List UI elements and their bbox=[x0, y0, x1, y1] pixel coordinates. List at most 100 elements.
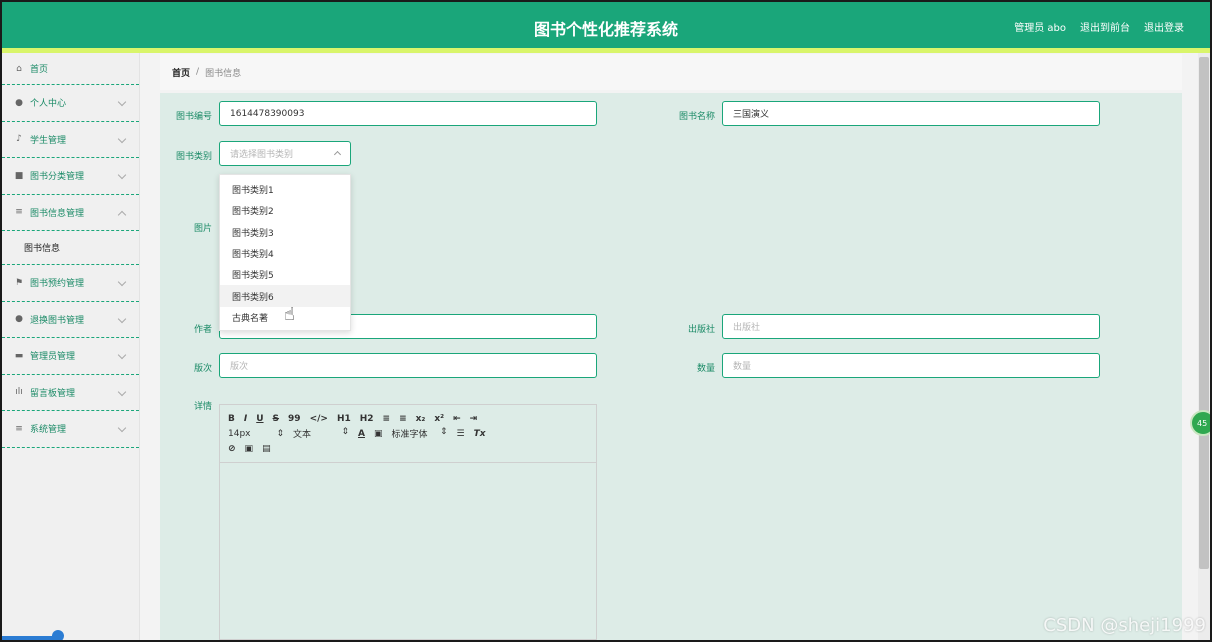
hand-cursor-icon: ☝ bbox=[284, 304, 295, 325]
sidebar-item-label: 留言板管理 bbox=[30, 388, 76, 399]
sidebar-item-students[interactable]: ♪ 学生管理 bbox=[2, 122, 139, 158]
chevron-up-icon bbox=[333, 150, 342, 159]
edition-label: 版次 bbox=[193, 364, 212, 374]
page-scrollbar-thumb[interactable] bbox=[1199, 57, 1209, 569]
floating-badge[interactable]: 45 bbox=[1190, 410, 1210, 436]
category-placeholder: 请选择图书类别 bbox=[230, 150, 294, 160]
clear-format-icon[interactable]: Tx bbox=[474, 429, 486, 439]
toolbar-row-2: 14px ⇕ 文本 ⇕ A ▣ 标准字体 ⇕ ☰ Tx bbox=[228, 426, 588, 441]
indent-button[interactable]: ⇥ bbox=[470, 414, 478, 424]
sidebar-item-home[interactable]: ⌂ 首页 bbox=[2, 53, 139, 85]
select-arrows-icon: ⇕ bbox=[439, 427, 448, 437]
logout-link[interactable]: 退出登录 bbox=[1144, 19, 1184, 34]
font-family-select[interactable]: 标准字体 ⇕ bbox=[391, 427, 447, 440]
subscript-button[interactable]: x₂ bbox=[416, 414, 426, 424]
dropdown-option[interactable]: 图书类别3 bbox=[220, 222, 350, 243]
sidebar-item-label: 管理员管理 bbox=[30, 352, 76, 363]
chevron-down-icon bbox=[117, 350, 127, 360]
sidebar-item-book-categories[interactable]: ■ 图书分类管理 bbox=[2, 158, 139, 195]
sidebar: ⌂ 首页 ● 个人中心 ♪ 学生管理 ■ 图书分类管理 ≡ 图书信息管理 图书信… bbox=[2, 53, 140, 640]
monitor-icon: ▬ bbox=[14, 350, 24, 361]
back-to-front-link[interactable]: 退出到前台 bbox=[1080, 19, 1130, 34]
sidebar-item-label: 首页 bbox=[30, 65, 49, 75]
italic-button[interactable]: I bbox=[244, 414, 247, 424]
quantity-label: 数量 bbox=[696, 364, 715, 374]
sidebar-item-book-info-mgmt[interactable]: ≡ 图书信息管理 bbox=[2, 195, 139, 231]
top-header: 图书个性化推荐系统 管理员 abo 退出到前台 退出登录 bbox=[2, 2, 1210, 48]
bullet-list-button[interactable]: ≡ bbox=[399, 414, 407, 424]
sidebar-item-reservations[interactable]: ⚑ 图书预约管理 bbox=[2, 265, 139, 302]
home-icon: ⌂ bbox=[16, 63, 22, 74]
font-size-select[interactable]: 14px ⇕ bbox=[228, 429, 284, 439]
sidebar-item-label: 图书预约管理 bbox=[30, 279, 85, 290]
link-icon[interactable]: ⊘ bbox=[228, 444, 236, 454]
chevron-down-icon bbox=[117, 170, 127, 180]
flag-icon: ⚑ bbox=[14, 277, 24, 288]
mic-icon: ♪ bbox=[16, 134, 22, 145]
font-color-icon[interactable]: A bbox=[358, 429, 365, 439]
dropdown-option[interactable]: 图书类别1 bbox=[220, 179, 350, 200]
chevron-up-icon bbox=[117, 210, 127, 219]
dropdown-option[interactable]: 图书类别4 bbox=[220, 243, 350, 264]
strike-button[interactable]: S bbox=[273, 414, 279, 424]
chevron-down-icon bbox=[117, 134, 127, 143]
font-family-value: 标准字体 bbox=[391, 430, 428, 440]
publisher-label: 出版社 bbox=[687, 325, 715, 335]
rich-text-editor: B I U S 99 </> H1 H2 ≡ ≡ x₂ x² ⇤ ⇥ 14px ⇕… bbox=[219, 404, 597, 640]
sidebar-item-label: 图书分类管理 bbox=[30, 172, 85, 183]
detail-label: 详情 bbox=[193, 402, 212, 412]
book-name-label: 图书名称 bbox=[678, 112, 715, 122]
text-style-select[interactable]: 文本 ⇕ bbox=[293, 427, 349, 440]
underline-button[interactable]: U bbox=[256, 414, 263, 424]
video-icon[interactable]: ▤ bbox=[262, 444, 271, 454]
toolbar-row-3: ⊘ ▣ ▤ bbox=[228, 441, 588, 456]
breadcrumb-current: 图书信息 bbox=[205, 68, 242, 79]
h1-button[interactable]: H1 bbox=[337, 414, 351, 424]
list-icon: ≡ bbox=[15, 207, 23, 218]
header-accent-strip bbox=[2, 48, 1210, 53]
list-icon: ≡ bbox=[15, 423, 23, 434]
sidebar-item-admins[interactable]: ▬ 管理员管理 bbox=[2, 338, 139, 375]
h2-button[interactable]: H2 bbox=[360, 414, 374, 424]
editor-content-area[interactable] bbox=[220, 463, 596, 639]
chevron-down-icon bbox=[117, 314, 127, 323]
header-links: 管理员 abo 退出到前台 退出登录 bbox=[1014, 19, 1184, 34]
image-icon[interactable]: ▣ bbox=[245, 444, 254, 454]
background-color-icon[interactable]: ▣ bbox=[374, 429, 383, 439]
sidebar-item-label: 图书信息管理 bbox=[30, 208, 85, 219]
sidebar-item-label: 退换图书管理 bbox=[30, 315, 85, 326]
bold-button[interactable]: B bbox=[228, 414, 235, 424]
dropdown-option[interactable]: 图书类别2 bbox=[220, 200, 350, 221]
superscript-button[interactable]: x² bbox=[434, 414, 444, 424]
book-name-input[interactable]: 三国演义 bbox=[722, 101, 1100, 126]
chevron-down-icon bbox=[117, 97, 127, 107]
sidebar-subitem-book-info[interactable]: 图书信息 bbox=[2, 231, 139, 265]
quantity-input[interactable]: 数量 bbox=[722, 353, 1100, 378]
ordered-list-button[interactable]: ≡ bbox=[383, 414, 391, 424]
text-style-value: 文本 bbox=[293, 430, 312, 440]
editor-toolbar: B I U S 99 </> H1 H2 ≡ ≡ x₂ x² ⇤ ⇥ 14px ⇕… bbox=[220, 405, 596, 463]
dropdown-option[interactable]: 图书类别5 bbox=[220, 264, 350, 285]
sidebar-item-profile[interactable]: ● 个人中心 bbox=[2, 85, 139, 122]
code-button[interactable]: </> bbox=[310, 414, 328, 424]
sidebar-item-returns[interactable]: ● 退换图书管理 bbox=[2, 302, 139, 338]
category-select[interactable]: 请选择图书类别 bbox=[219, 141, 351, 166]
sidebar-item-label: 学生管理 bbox=[30, 135, 67, 146]
edition-input[interactable]: 版次 bbox=[219, 353, 597, 378]
sidebar-item-system[interactable]: ≡ 系统管理 bbox=[2, 411, 139, 448]
sidebar-item-label: 个人中心 bbox=[30, 99, 67, 110]
book-no-label: 图书编号 bbox=[175, 112, 212, 122]
bar-chart-icon: ılı bbox=[15, 387, 23, 398]
outdent-button[interactable]: ⇤ bbox=[453, 414, 461, 424]
admin-name[interactable]: 管理员 abo bbox=[1014, 19, 1066, 34]
align-icon[interactable]: ☰ bbox=[456, 429, 464, 439]
user-icon: ● bbox=[15, 314, 23, 325]
breadcrumb-home[interactable]: 首页 bbox=[172, 66, 190, 79]
user-icon: ● bbox=[15, 97, 23, 108]
sidebar-scroll-handle[interactable] bbox=[52, 630, 64, 640]
quote-button[interactable]: 99 bbox=[288, 414, 301, 424]
sidebar-item-messages[interactable]: ılı 留言板管理 bbox=[2, 375, 139, 411]
publisher-input[interactable]: 出版社 bbox=[722, 314, 1100, 339]
book-no-input[interactable]: 1614478390093 bbox=[219, 101, 597, 126]
breadcrumb-separator: / bbox=[196, 67, 200, 77]
